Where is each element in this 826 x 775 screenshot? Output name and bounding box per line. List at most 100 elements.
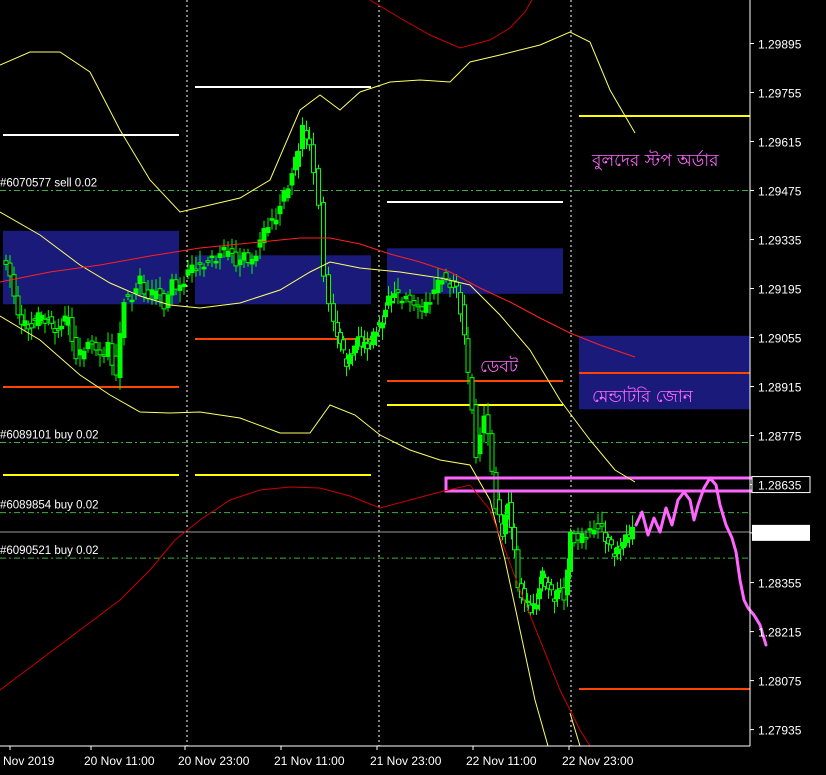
candle-body <box>497 499 502 516</box>
candle-body <box>565 569 570 596</box>
candle <box>101 346 107 364</box>
candle-body <box>454 281 459 287</box>
candle-body <box>273 219 279 225</box>
candle-body <box>77 349 83 356</box>
candle <box>419 298 425 320</box>
candle <box>380 315 385 340</box>
candle-body <box>265 227 271 234</box>
candle <box>477 427 483 462</box>
candle <box>52 320 58 345</box>
candle <box>599 511 605 533</box>
candle-body <box>509 502 514 529</box>
candle-body <box>571 533 577 544</box>
y-tick-label: 1.29335 <box>758 234 802 248</box>
candle-body <box>525 600 530 604</box>
candle <box>383 302 388 325</box>
candle-body <box>129 299 135 303</box>
candle-body <box>326 274 331 305</box>
candle <box>427 292 433 314</box>
candle-body <box>249 258 255 265</box>
projected-path <box>634 476 768 647</box>
candle-body <box>331 303 336 322</box>
candle-body <box>595 523 601 530</box>
candle <box>469 373 475 414</box>
candle-body <box>201 266 207 270</box>
candle <box>549 578 554 596</box>
chart-root: #6070577 sell 0.02 #6089101 buy 0.02 #6089… <box>0 0 826 775</box>
candle <box>362 330 367 354</box>
candle <box>555 581 560 607</box>
candle-body <box>177 284 183 291</box>
y-tick-label: 1.29475 <box>758 185 802 199</box>
candle-body <box>304 130 309 140</box>
candle-body <box>189 264 195 274</box>
candle-body <box>229 248 235 254</box>
candle <box>273 208 279 230</box>
candle <box>93 336 99 356</box>
candle <box>399 297 405 310</box>
candle-body <box>221 246 227 251</box>
candle <box>462 294 467 345</box>
candle-body <box>69 317 75 342</box>
candle <box>300 117 305 157</box>
candle-body <box>257 239 263 248</box>
candle <box>85 338 91 353</box>
candle <box>109 333 115 376</box>
candle-body <box>161 293 167 310</box>
candle <box>77 337 83 367</box>
candle-body <box>300 124 305 150</box>
candle-body <box>395 289 401 293</box>
candle-body <box>141 282 147 295</box>
candle-body <box>193 268 199 272</box>
candle-body <box>549 584 554 591</box>
envelope-upper <box>369 0 533 49</box>
candle-body <box>431 289 437 295</box>
candle-body <box>213 260 219 264</box>
candle <box>181 276 187 295</box>
candle-body <box>197 262 203 265</box>
order-label: #6089854 buy 0.02 <box>0 500 98 512</box>
candle-body <box>49 316 55 324</box>
candle <box>285 184 291 202</box>
candle-body <box>269 218 275 221</box>
candle-body <box>591 529 597 535</box>
candle-body <box>307 138 312 146</box>
candle-body <box>316 168 321 206</box>
candle-body <box>386 295 391 306</box>
candle <box>587 520 593 538</box>
price-chart: #6070577 sell 0.02 #6089101 buy 0.02 #6089… <box>0 0 811 768</box>
candle-body <box>209 255 215 259</box>
candle <box>371 328 376 349</box>
y-tick-label: 1.28355 <box>758 577 802 591</box>
candle-body <box>245 252 251 264</box>
candle-body <box>341 339 346 351</box>
candle <box>411 294 417 311</box>
candle <box>121 298 127 346</box>
candle-body <box>11 274 17 297</box>
candle-body <box>93 342 99 351</box>
candle <box>403 292 409 303</box>
annotation-label: বুলদের স্টপ অর্ডার <box>591 150 719 171</box>
candle-body <box>435 279 441 294</box>
candle-body <box>253 255 259 262</box>
candle-body <box>153 290 159 300</box>
candle-body <box>285 188 291 199</box>
candle <box>311 132 316 185</box>
candle-body <box>296 150 301 167</box>
candle-body <box>462 304 467 336</box>
candle <box>277 194 283 226</box>
candle <box>489 429 495 476</box>
candle-body <box>399 300 405 304</box>
candle-body <box>81 350 87 360</box>
candle-body <box>392 293 397 299</box>
candle-body <box>237 259 243 266</box>
candle <box>630 515 635 545</box>
candle-body <box>458 292 463 315</box>
y-tick-label: 1.28635 <box>758 479 802 493</box>
order-label: #6070577 sell 0.02 <box>0 178 97 190</box>
candle-body <box>537 588 542 600</box>
candle <box>316 164 321 210</box>
candle-body <box>443 272 449 280</box>
candle <box>97 342 103 367</box>
candle <box>81 347 87 367</box>
